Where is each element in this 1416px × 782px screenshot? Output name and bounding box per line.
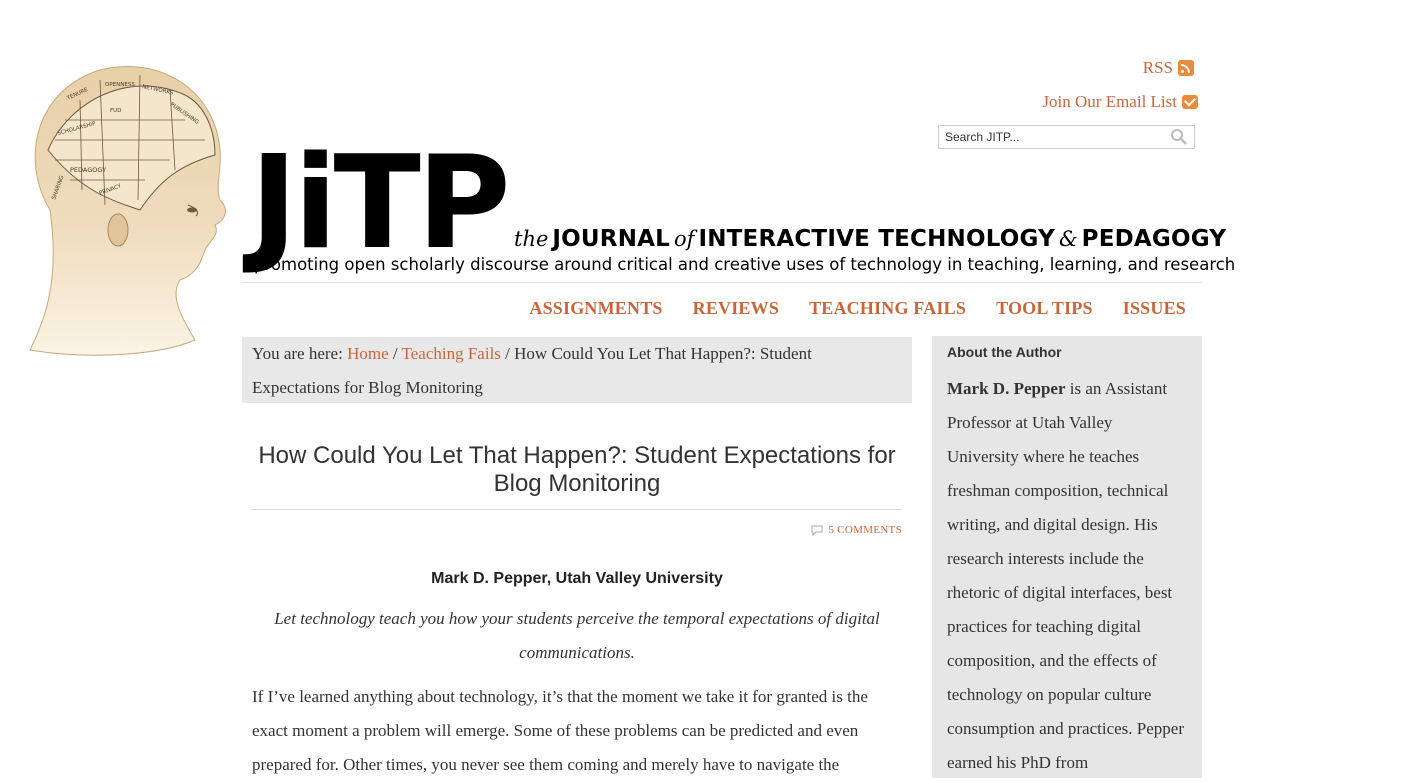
logo-pedagogy: PEDAGOGY xyxy=(1081,226,1227,252)
site-logo[interactable]: JiTP xyxy=(250,140,511,268)
breadcrumb-home[interactable]: Home xyxy=(347,344,389,363)
breadcrumb-separator: / xyxy=(392,344,398,363)
logo-amp: & xyxy=(1058,227,1078,251)
logo-interactive-technology: INTERACTIVE TECHNOLOGY xyxy=(698,226,1055,252)
search-box xyxy=(938,125,1195,149)
email-list-link[interactable]: Join Our Email List xyxy=(1042,92,1198,112)
article-lede: Let technology teach you how your studen… xyxy=(274,609,880,662)
site-tagline: promoting open scholarly discourse aroun… xyxy=(254,255,1236,274)
comments-count: 5 COMMENTS xyxy=(828,524,902,536)
rss-icon xyxy=(1178,60,1194,76)
sidebar-heading: About the Author xyxy=(947,344,1062,360)
logo-journal: JOURNAL xyxy=(552,226,671,252)
breadcrumb-separator: / xyxy=(505,344,510,363)
about-author-sidebar: About the Author Mark D. Pepper is an As… xyxy=(932,336,1202,778)
nav-reviews[interactable]: REVIEWS xyxy=(693,298,779,319)
svg-text:PEDAGOGY: PEDAGOGY xyxy=(70,166,106,174)
comment-bubble-icon xyxy=(811,525,823,536)
header-divider xyxy=(242,282,1202,283)
article-title: How Could You Let That Happen?: Student … xyxy=(258,442,896,497)
article-author: Mark D. Pepper, Utah Valley University xyxy=(431,570,723,587)
breadcrumb-prefix: You are here: xyxy=(252,344,343,363)
search-input[interactable] xyxy=(939,130,1168,144)
main-nav: ASSIGNMENTS REVIEWS TEACHING FAILS TOOL … xyxy=(529,298,1186,319)
search-icon[interactable] xyxy=(1168,127,1190,147)
author-name: Mark D. Pepper xyxy=(947,379,1066,398)
breadcrumb-section[interactable]: Teaching Fails xyxy=(402,344,501,363)
email-icon xyxy=(1182,95,1198,109)
svg-text:FUD: FUD xyxy=(110,108,121,114)
author-bio: Mark D. Pepper is an Assistant Professor… xyxy=(947,372,1187,780)
rss-label: RSS xyxy=(1142,58,1173,77)
author-bio-text: is an Assistant Professor at Utah Valley… xyxy=(947,379,1184,772)
phrenology-head-logo: TENURE OPENNESS NETWORKS PUBLISHING SCHO… xyxy=(10,60,235,360)
nav-assignments[interactable]: ASSIGNMENTS xyxy=(529,298,662,319)
svg-text:OPENNESS: OPENNESS xyxy=(105,82,135,88)
nav-tool-tips[interactable]: TOOL TIPS xyxy=(996,298,1093,319)
email-list-label: Join Our Email List xyxy=(1042,92,1177,111)
title-divider xyxy=(252,509,902,510)
article-body: If I’ve learned anything about technolog… xyxy=(252,687,868,774)
nav-issues[interactable]: ISSUES xyxy=(1123,298,1186,319)
nav-teaching-fails[interactable]: TEACHING FAILS xyxy=(809,298,966,319)
logo-subtitle: the JOURNAL of INTERACTIVE TECHNOLOGY & … xyxy=(514,226,1226,252)
logo-the: the xyxy=(514,227,549,251)
breadcrumb: You are here: Home / Teaching Fails / Ho… xyxy=(242,337,912,403)
rss-link[interactable]: RSS xyxy=(1143,58,1194,78)
comments-link[interactable]: 5 COMMENTS xyxy=(811,524,902,536)
logo-of: of xyxy=(674,227,695,251)
